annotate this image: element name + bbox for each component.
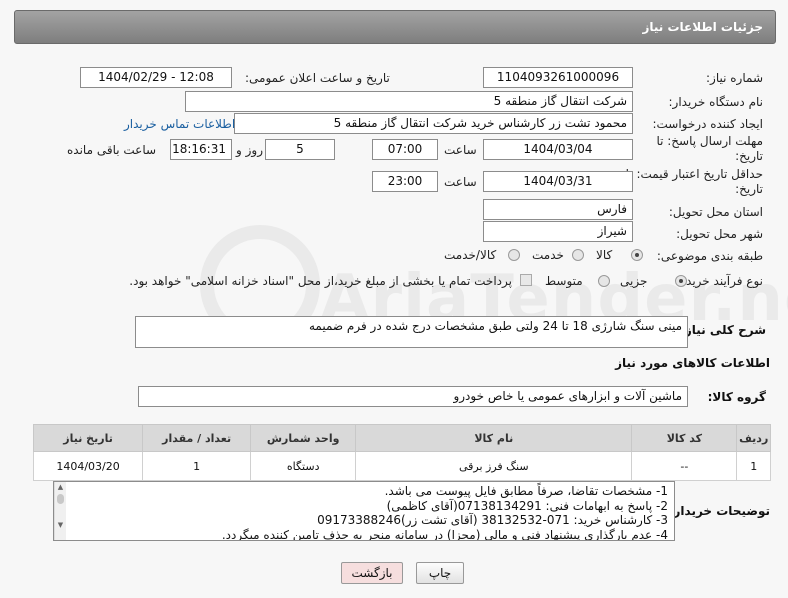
buyer-org-field: شرکت انتقال گاز منطقه 5: [185, 91, 633, 112]
page-header: جزئیات اطلاعات نیاز: [14, 10, 776, 44]
table-header-row: ردیف کد کالا نام کالا واحد شمارش تعداد /…: [32, 424, 771, 452]
province-field: فارس: [483, 199, 633, 220]
price-validity-label: حداقل تاریخ اعتبار قیمت: تا تاریخ:: [625, 167, 763, 196]
category-radio-goods[interactable]: [631, 249, 643, 261]
cell-unit: دستگاه: [250, 451, 357, 481]
need-number-label: شماره نیاز:: [706, 71, 763, 85]
print-button[interactable]: چاپ: [416, 562, 464, 584]
scroll-down-icon[interactable]: ▼: [55, 520, 66, 530]
category-label: طبقه بندی موضوعی:: [656, 249, 763, 263]
remaining-time-field: 18:16:31: [170, 139, 232, 160]
reply-deadline-label: مهلت ارسال پاسخ: تا تاریخ:: [656, 134, 763, 163]
description-field: مینی سنگ شارژی 18 تا 24 ولتی طبق مشخصات …: [135, 316, 688, 348]
reply-date-field: 1404/03/04: [483, 139, 633, 160]
process-radio-minor[interactable]: [675, 275, 687, 287]
province-label: استان محل تحویل:: [668, 205, 763, 219]
category-radio-goods-service[interactable]: [508, 249, 520, 261]
col-qty: تعداد / مقدار: [142, 424, 252, 452]
note-line: 4- عدم بارگذاری پیشنهاد فنی و مالی (مجزا…: [221, 527, 668, 541]
category-option-goods: کالا: [596, 248, 613, 262]
payment-note: پرداخت تمام یا بخشی از مبلغ خرید،از محل …: [129, 274, 512, 288]
goods-group-label: گروه کالا:: [707, 390, 766, 404]
note-line: 2- پاسخ به ابهامات فنی: 07138134291(آقای…: [386, 498, 668, 513]
buyer-notes-box: 1- مشخصات تقاضا، صرفاً مطابق فایل پیوست …: [53, 481, 675, 541]
reply-time-field: 07:00: [372, 139, 438, 160]
goods-info-title: اطلاعات کالاهای مورد نیاز: [615, 356, 770, 370]
col-date: تاریخ نیاز: [32, 424, 144, 452]
city-label: شهر محل تحویل:: [676, 227, 763, 241]
buyer-contact-link[interactable]: اطلاعات تماس خریدار: [124, 117, 235, 131]
announce-datetime-label: تاریخ و ساعت اعلان عمومی:: [245, 71, 390, 85]
remaining-label: ساعت باقی مانده: [67, 143, 157, 157]
buyer-org-label: نام دستگاه خریدار:: [668, 95, 764, 109]
table-row[interactable]: 1 -- سنگ فرز برقی دستگاه 1 1404/03/20: [32, 451, 771, 481]
notes-scrollbar[interactable]: ▲ ▼: [54, 482, 66, 540]
scroll-up-icon[interactable]: ▲: [55, 482, 66, 492]
note-line: 1- مشخصات تقاضا، صرفاً مطابق فایل پیوست …: [384, 484, 668, 498]
cell-qty: 1: [142, 451, 252, 481]
scroll-thumb[interactable]: [57, 494, 64, 504]
cell-row: 1: [736, 451, 771, 481]
cell-code: --: [631, 451, 738, 481]
buyer-notes-label: توضیحات خریدار:: [668, 504, 770, 518]
note-line: 3- کارشناس خرید: 071-38132532 (آقای تشت …: [317, 513, 668, 527]
creator-label: ایجاد کننده درخواست:: [652, 117, 763, 131]
announce-datetime-field: 1404/02/29 - 12:08: [80, 67, 232, 88]
process-option-medium: متوسط: [545, 274, 583, 288]
category-option-service: خدمت: [532, 248, 564, 262]
back-button[interactable]: بازگشت: [341, 562, 403, 584]
category-option-goods-service: کالا/خدمت: [444, 248, 497, 262]
category-radio-service[interactable]: [572, 249, 584, 261]
creator-field: محمود تشت زر کارشناس خرید شرکت انتقال گا…: [234, 113, 633, 134]
process-label: نوع فرآیند خرید :: [678, 274, 763, 288]
treasury-checkbox[interactable]: [520, 274, 532, 286]
items-table: ردیف کد کالا نام کالا واحد شمارش تعداد /…: [32, 424, 771, 481]
process-radio-medium[interactable]: [598, 275, 610, 287]
description-label: شرح کلی نیاز:: [680, 323, 766, 337]
cell-name: سنگ فرز برقی: [355, 451, 633, 481]
validity-date-field: 1404/03/31: [483, 171, 633, 192]
goods-group-field: ماشین آلات و ابزارهای عمومی یا خاص خودرو: [138, 386, 688, 407]
validity-time-label: ساعت: [444, 175, 477, 189]
process-option-minor: جزیی: [620, 274, 648, 288]
days-field: 5: [265, 139, 335, 160]
cell-date: 1404/03/20: [32, 451, 144, 481]
day-and-label: روز و: [236, 143, 263, 157]
col-unit: واحد شمارش: [250, 424, 357, 452]
city-field: شیراز: [483, 221, 633, 242]
col-name: نام کالا: [355, 424, 633, 452]
reply-time-label: ساعت: [444, 143, 477, 157]
validity-time-field: 23:00: [372, 171, 438, 192]
col-code: کد کالا: [631, 424, 738, 452]
col-row: ردیف: [736, 424, 771, 452]
need-number-field: 1104093261000096: [483, 67, 633, 88]
